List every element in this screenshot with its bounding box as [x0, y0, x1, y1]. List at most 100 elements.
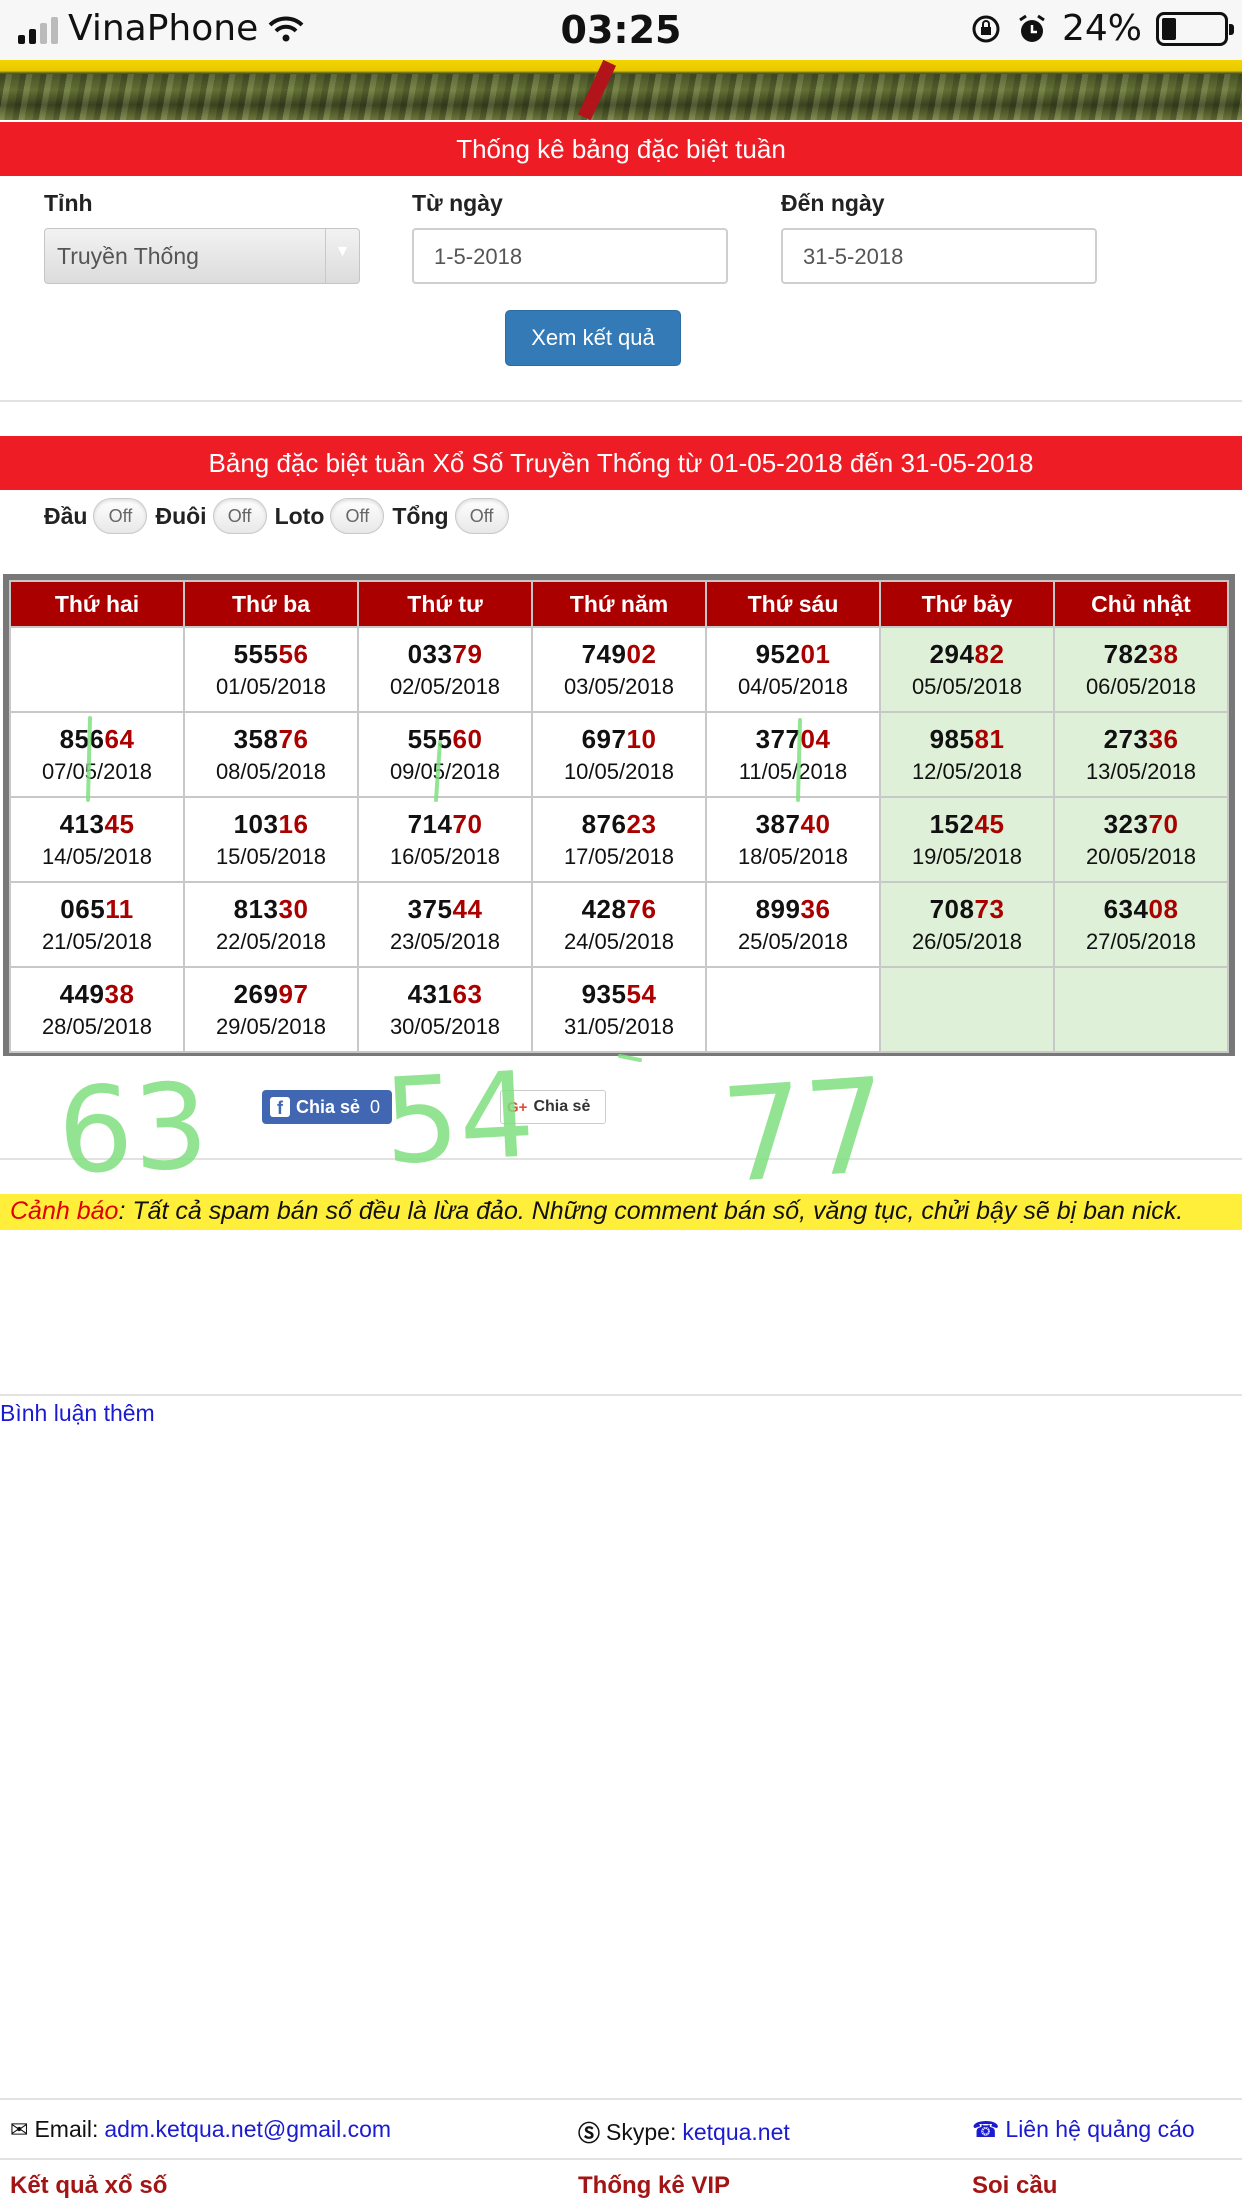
result-date: 19/05/2018: [911, 843, 1023, 869]
result-number-tail: 97: [278, 978, 309, 1009]
result-number-head: 856: [59, 723, 105, 754]
nav-lottery-results[interactable]: Kết quả xổ số: [10, 2172, 167, 2200]
result-number-head: 449: [59, 978, 105, 1009]
from-date-label: Từ ngày: [412, 190, 503, 216]
result-number-head: 555: [407, 723, 453, 754]
result-date: 04/05/2018: [737, 673, 849, 699]
result-number-tail: 30: [278, 893, 309, 924]
toggle-label-tail: Đuôi: [155, 502, 207, 529]
stats-form: Tỉnh Truyền Thống ▼ Từ ngày 1-5-2018 Đến…: [0, 176, 1242, 402]
result-number: 43163: [359, 977, 531, 1011]
result-number-tail: 54: [626, 978, 657, 1009]
result-number-tail: 08: [1148, 893, 1179, 924]
toggle-label-loto: Loto: [274, 502, 325, 529]
email-link[interactable]: adm.ketqua.net@gmail.com: [104, 2116, 391, 2143]
toggle-head[interactable]: Off: [93, 498, 148, 534]
result-number-head: 428: [581, 893, 627, 924]
skype-label: Skype:: [606, 2118, 677, 2145]
toggle-tail[interactable]: Off: [212, 498, 267, 534]
facebook-share-count: 0: [370, 1096, 381, 1117]
ads-contact-link[interactable]: Liên hệ quảng cáo: [1005, 2116, 1194, 2143]
result-number: 81330: [185, 892, 357, 926]
result-date: 26/05/2018: [911, 928, 1023, 954]
toggle-label-sum: Tổng: [392, 502, 449, 529]
result-number-tail: 63: [452, 978, 483, 1009]
footer-ads[interactable]: ☎ Liên hệ quảng cáo: [972, 2116, 1195, 2143]
result-cell: 43163 30/05/2018: [357, 966, 533, 1053]
result-number: 06511: [11, 892, 183, 926]
result-cell: 87623 17/05/2018: [531, 796, 707, 883]
result-number-tail: 79: [452, 638, 483, 669]
result-cell: 74902 03/05/2018: [531, 626, 707, 713]
result-number: 26997: [185, 977, 357, 1011]
result-number-head: 323: [1103, 808, 1149, 839]
province-select[interactable]: Truyền Thống ▼: [44, 228, 360, 284]
result-number: 27336: [1055, 722, 1227, 756]
result-number-head: 749: [581, 638, 627, 669]
skype-link[interactable]: ketqua.net: [682, 2119, 789, 2146]
footer-skype: Ⓢ Skype: ketqua.net: [578, 2116, 790, 2148]
facebook-share-button[interactable]: f Chia sẻ 0: [262, 1090, 392, 1124]
result-number-head: 413: [59, 808, 105, 839]
result-number: 55560: [359, 722, 531, 756]
view-results-button[interactable]: Xem kết quả: [505, 310, 681, 366]
result-number-tail: 40: [800, 808, 831, 839]
result-date: 02/05/2018: [389, 673, 501, 699]
result-number-head: 358: [233, 723, 279, 754]
battery-icon: [1156, 11, 1234, 46]
result-date: 25/05/2018: [737, 928, 849, 954]
result-number-tail: 01: [800, 638, 831, 669]
status-bar: VinaPhone 03:25 24%: [0, 0, 1242, 60]
stats-form-header: Thống kê bảng đặc biệt tuần: [0, 122, 1242, 176]
footer-divider: [0, 2158, 1242, 2160]
facebook-icon: f: [270, 1097, 290, 1118]
nav-vip-stats[interactable]: Thống kê VIP: [578, 2172, 730, 2200]
warning-prefix: Cảnh báo: [10, 1197, 119, 1225]
results-table-body: 55556 01/05/2018 03379 02/05/2018 74902 03/05…: [9, 626, 1229, 1053]
column-header: Thứ tư: [357, 580, 533, 628]
table-row: 44938 28/05/2018 26997 29/05/2018 43163 30/05…: [9, 966, 1229, 1053]
result-number: 38740: [707, 807, 879, 841]
result-cell: 29482 05/05/2018: [879, 626, 1055, 713]
result-date: 31/05/2018: [563, 1013, 675, 1039]
result-number-tail: 73: [974, 893, 1005, 924]
results-table: Thứ hai Thứ ba Thứ tư Thứ năm Thứ sáu Th…: [9, 580, 1229, 1053]
result-cell: 69710 10/05/2018: [531, 711, 707, 798]
result-cell: [1053, 966, 1229, 1053]
toggle-sum[interactable]: Off: [454, 498, 509, 534]
result-number-head: 375: [407, 893, 453, 924]
result-number-tail: 70: [452, 808, 483, 839]
result-number: 98581: [881, 722, 1053, 756]
result-number-head: 876: [581, 808, 627, 839]
more-comments-link[interactable]: Bình luận thêm: [0, 1400, 155, 1427]
nav-predictions[interactable]: Soi cầu: [972, 2172, 1057, 2200]
result-date: 01/05/2018: [215, 673, 327, 699]
result-date: 03/05/2018: [563, 673, 675, 699]
result-number: 55556: [185, 637, 357, 671]
result-number: 42876: [533, 892, 705, 926]
column-header: Thứ hai: [9, 580, 185, 628]
skype-icon: Ⓢ: [578, 2121, 601, 2146]
toggle-loto[interactable]: Off: [330, 498, 385, 534]
column-header: Thứ sáu: [705, 580, 881, 628]
result-cell: 06511 21/05/2018: [9, 881, 185, 968]
google-share-button[interactable]: G+ Chia sẻ: [500, 1090, 606, 1124]
result-number-head: 273: [1103, 723, 1149, 754]
toggle-bar: Đầu Off Đuôi Off Loto Off Tổng Off: [44, 496, 517, 536]
result-number-tail: 38: [1148, 638, 1179, 669]
to-date-input[interactable]: 31-5-2018: [781, 228, 1097, 284]
battery-percent: 24%: [1061, 8, 1142, 49]
result-number-tail: 45: [974, 808, 1005, 839]
province-select-value: Truyền Thống: [57, 243, 199, 269]
result-number-head: 065: [60, 893, 106, 924]
result-number: 63408: [1055, 892, 1227, 926]
toggle-label-head: Đầu: [44, 502, 88, 529]
result-number-head: 714: [407, 808, 453, 839]
result-date: 13/05/2018: [1085, 758, 1197, 784]
result-number: 29482: [881, 637, 1053, 671]
result-date: 11/05/2018: [738, 758, 848, 784]
status-right: 24%: [970, 8, 1234, 49]
from-date-input[interactable]: 1-5-2018: [412, 228, 728, 284]
result-date: 18/05/2018: [737, 843, 849, 869]
result-cell: 95201 04/05/2018: [705, 626, 881, 713]
